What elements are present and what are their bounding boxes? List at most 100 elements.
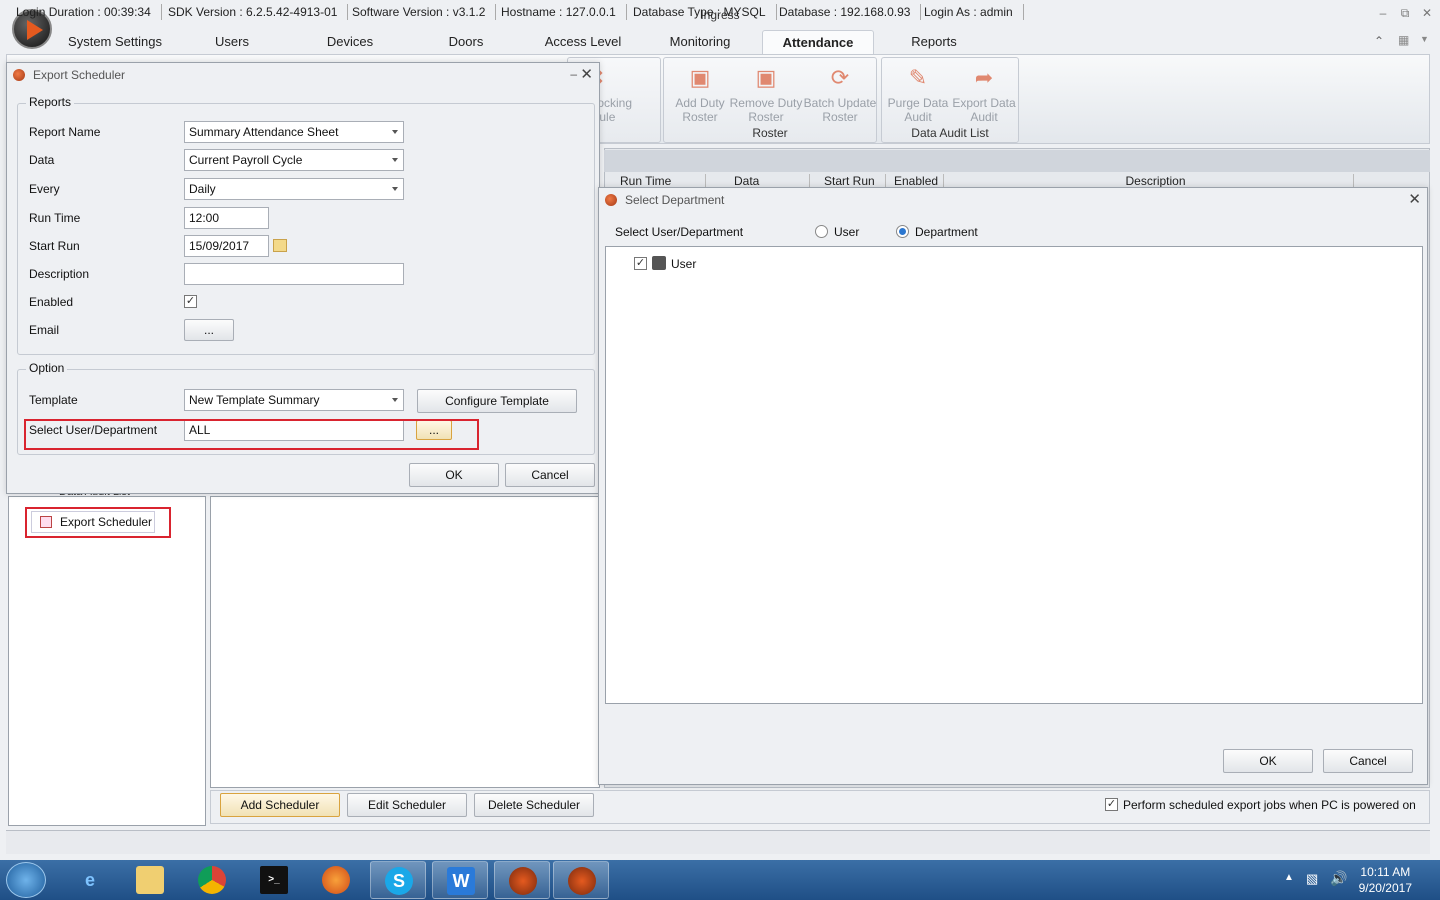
start-button[interactable] <box>6 862 46 898</box>
close-icon[interactable]: ✕ <box>580 65 593 83</box>
email-button[interactable]: ... <box>184 319 234 341</box>
radio-department[interactable] <box>896 225 909 238</box>
ingress-icon <box>568 867 596 895</box>
description-label: Description <box>29 267 90 281</box>
layout-icon[interactable]: ▦ <box>1398 33 1409 47</box>
radio-department-label: Department <box>915 225 978 239</box>
app-window: Ingress – ⧉ ✕ ⌃ ▦ ▼ System Settings User… <box>0 0 1440 860</box>
start-run-input[interactable]: 15/09/2017 <box>184 235 269 257</box>
tab-doors[interactable]: Doors <box>436 30 496 54</box>
enabled-checkbox[interactable]: ✓ <box>184 295 197 308</box>
select-department-dialog: Select Department ✕ Select User/Departme… <box>598 187 1428 785</box>
taskbar: e >_ S W ▲ ▧ 🔊 10:11 AM 9/20/2017 <box>0 860 1440 900</box>
close-icon[interactable]: ✕ <box>1408 190 1421 208</box>
status-hostname: Hostname : 127.0.0.1 <box>491 4 627 20</box>
clock-time: 10:11 AM <box>1360 865 1411 879</box>
close-icon[interactable]: ✕ <box>1418 6 1436 20</box>
report-name-label: Report Name <box>29 125 101 139</box>
tree-item-checkbox[interactable]: ✓ <box>634 257 647 270</box>
select-user-department-label: Select User/Department <box>615 225 744 239</box>
ribbon-collapse-icon[interactable]: ⌃ <box>1374 34 1384 48</box>
minimize-icon[interactable]: – <box>1374 6 1392 20</box>
ribbon-group-label-roster: Roster <box>752 126 788 140</box>
run-time-input[interactable]: 12:00 <box>184 207 269 229</box>
column-header-start-run[interactable]: Start Run <box>810 174 886 188</box>
highlight-export-scheduler <box>25 507 171 538</box>
quick-access-dropdown-icon[interactable]: ▼ <box>1420 34 1429 44</box>
data-select[interactable]: Current Payroll Cycle <box>184 149 404 171</box>
skype-icon: S <box>385 867 413 895</box>
perform-export-checkbox[interactable]: ✓ <box>1105 798 1118 811</box>
status-bar <box>6 830 1430 854</box>
taskbar-ingress-2[interactable] <box>553 861 609 899</box>
run-time-label: Run Time <box>29 211 81 225</box>
tab-devices[interactable]: Devices <box>316 30 384 54</box>
template-select[interactable]: New Template Summary <box>184 389 404 411</box>
tab-users[interactable]: Users <box>200 30 264 54</box>
delete-scheduler-button[interactable]: Delete Scheduler <box>474 793 594 817</box>
ribbon-group-roster: ▣ Add Duty Roster ▣ Remove Duty Roster ⟳ B… <box>663 57 877 143</box>
taskbar-command-prompt[interactable]: >_ <box>246 861 302 899</box>
tree-item-user[interactable]: User <box>671 257 696 271</box>
cancel-button[interactable]: Cancel <box>505 463 595 487</box>
template-label: Template <box>29 393 78 407</box>
restore-icon[interactable]: ⧉ <box>1396 6 1414 21</box>
column-header-data[interactable]: Data <box>720 174 810 188</box>
show-hidden-icons[interactable]: ▲ <box>1284 872 1294 883</box>
scheduler-list-pane <box>210 496 600 788</box>
taskbar-file-explorer[interactable] <box>122 861 178 899</box>
enabled-label: Enabled <box>29 295 74 309</box>
minimize-icon[interactable]: – <box>570 67 577 81</box>
reports-legend: Reports <box>26 95 75 109</box>
department-tree: ✓ User <box>605 246 1423 704</box>
data-label: Data <box>29 153 55 167</box>
play-icon <box>27 20 43 40</box>
status-database-type: Database Type : MYSQL <box>623 4 777 20</box>
taskbar-firefox[interactable] <box>308 861 364 899</box>
system-clock[interactable]: 10:11 AM 9/20/2017 <box>1359 864 1412 896</box>
every-select[interactable]: Daily <box>184 178 404 200</box>
column-header-enabled[interactable]: Enabled <box>880 174 944 188</box>
ok-button[interactable]: OK <box>1223 749 1313 773</box>
column-header-description[interactable]: Description <box>944 174 1354 188</box>
ribbon-group-data-audit: ✎ Purge Data Audit ➦ Export Data Audit Dat… <box>881 57 1019 143</box>
status-software-version: Software Version : v3.1.2 <box>342 4 497 20</box>
tab-attendance[interactable]: Attendance <box>762 30 874 54</box>
tab-system-settings[interactable]: System Settings <box>60 30 170 54</box>
volume-icon[interactable]: 🔊 <box>1330 870 1347 887</box>
ok-button[interactable]: OK <box>409 463 499 487</box>
tab-access-level[interactable]: Access Level <box>542 30 624 54</box>
tab-monitoring[interactable]: Monitoring <box>664 30 736 54</box>
start-run-label: Start Run <box>29 239 80 253</box>
description-input[interactable] <box>184 263 404 285</box>
taskbar-skype[interactable]: S <box>370 861 426 899</box>
status-login-as: Login As : admin <box>914 4 1024 20</box>
network-icon[interactable]: ▧ <box>1306 871 1318 887</box>
grid-toolbar <box>604 150 1430 172</box>
calendar-icon[interactable] <box>273 239 287 252</box>
ingress-icon <box>509 867 537 895</box>
ribbon-group-label-data-audit: Data Audit List <box>911 126 989 140</box>
edit-scheduler-button[interactable]: Edit Scheduler <box>347 793 467 817</box>
taskbar-internet-explorer[interactable]: e <box>62 861 118 899</box>
purge-data-audit-button[interactable]: ✎ Purge Data Audit <box>882 62 954 124</box>
report-name-select[interactable]: Summary Attendance Sheet <box>184 121 404 143</box>
every-label: Every <box>29 182 60 196</box>
writer-icon: W <box>447 867 475 895</box>
taskbar-wps[interactable]: W <box>432 861 488 899</box>
column-header-run-time[interactable]: Run Time <box>606 174 706 188</box>
taskbar-chrome[interactable] <box>184 861 240 899</box>
export-data-audit-button[interactable]: ➦ Export Data Audit <box>948 62 1020 124</box>
cancel-button[interactable]: Cancel <box>1323 749 1413 773</box>
configure-template-button[interactable]: Configure Template <box>417 389 577 413</box>
navigation-tree: Data Audit List Export Scheduler <box>8 491 206 826</box>
firefox-icon <box>322 866 350 894</box>
radio-user[interactable] <box>815 225 828 238</box>
add-scheduler-button[interactable]: Add Scheduler <box>220 793 340 817</box>
tab-reports[interactable]: Reports <box>900 30 968 54</box>
taskbar-ingress-1[interactable] <box>494 861 550 899</box>
broom-icon: ✎ <box>908 65 928 90</box>
remove-duty-roster-button[interactable]: ▣ Remove Duty Roster <box>726 62 806 124</box>
user-icon <box>652 256 666 270</box>
batch-update-roster-button[interactable]: ⟳ Batch Update Roster <box>802 62 878 124</box>
